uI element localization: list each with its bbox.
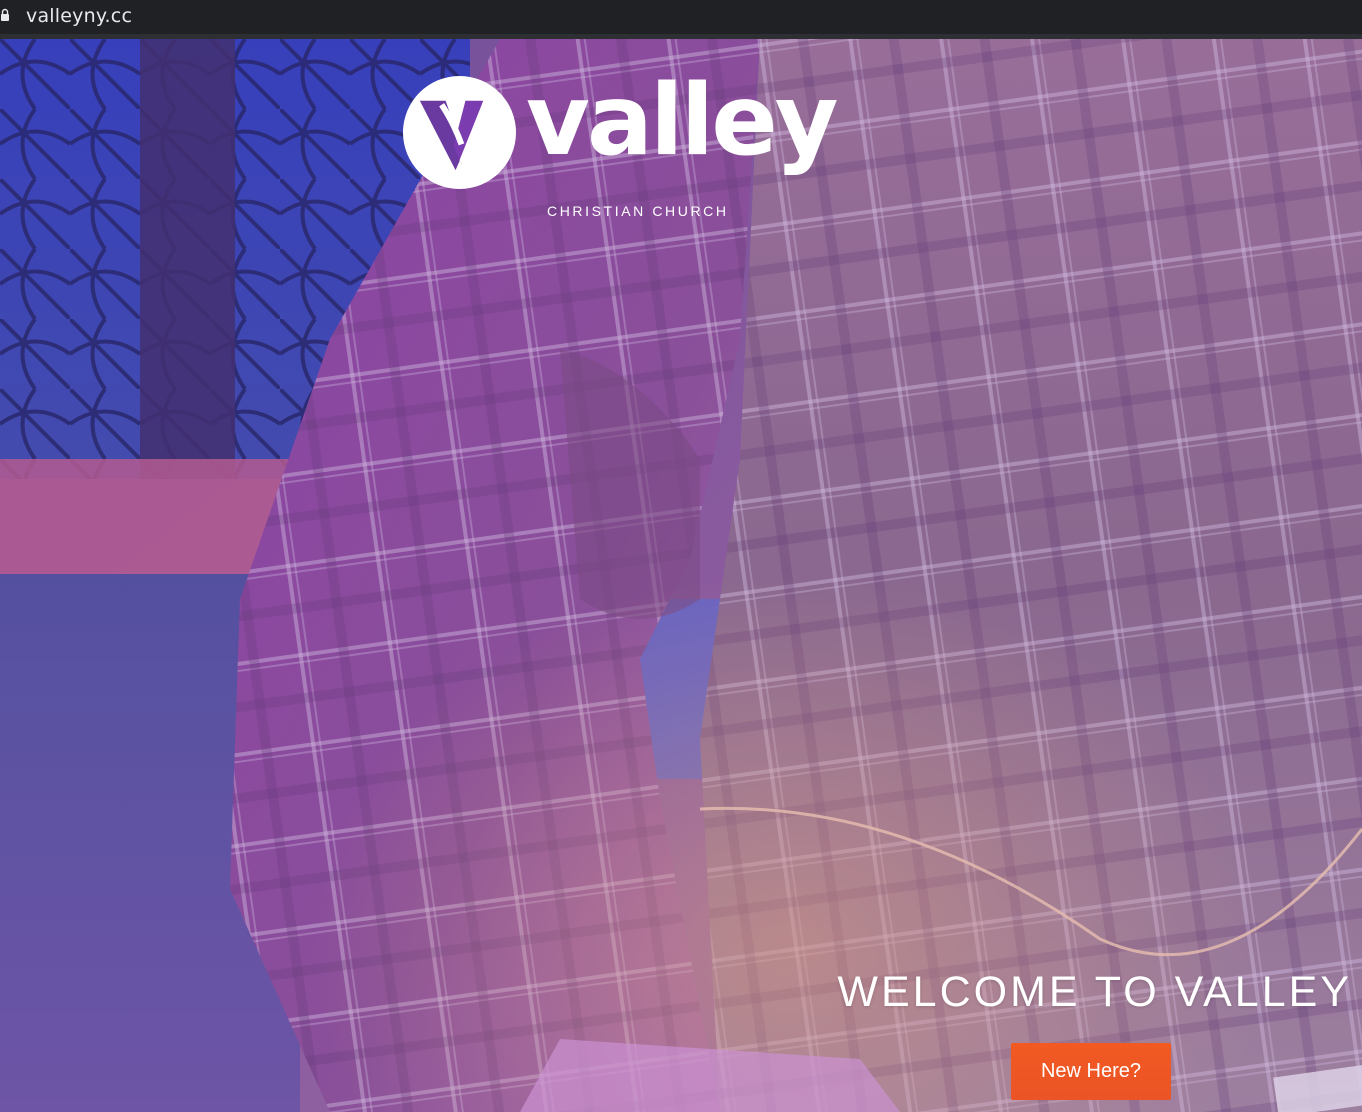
hero-section: valley CHRISTIAN CHURCH WELCOME TO VALLE… xyxy=(0,39,1362,1112)
hero-headline: WELCOME TO VALLEY xyxy=(837,968,1352,1016)
new-here-button[interactable]: New Here? xyxy=(1011,1043,1171,1100)
browser-address-bar[interactable]: valleyny.cc xyxy=(0,0,1362,39)
church-logo[interactable]: valley CHRISTIAN CHURCH xyxy=(400,64,839,233)
lock-icon xyxy=(1,8,9,21)
logo-subtitle: CHRISTIAN CHURCH xyxy=(547,203,729,219)
valley-v-logo-icon xyxy=(402,75,517,190)
logo-wordmark: valley xyxy=(526,64,839,178)
url-text[interactable]: valleyny.cc xyxy=(26,4,132,28)
